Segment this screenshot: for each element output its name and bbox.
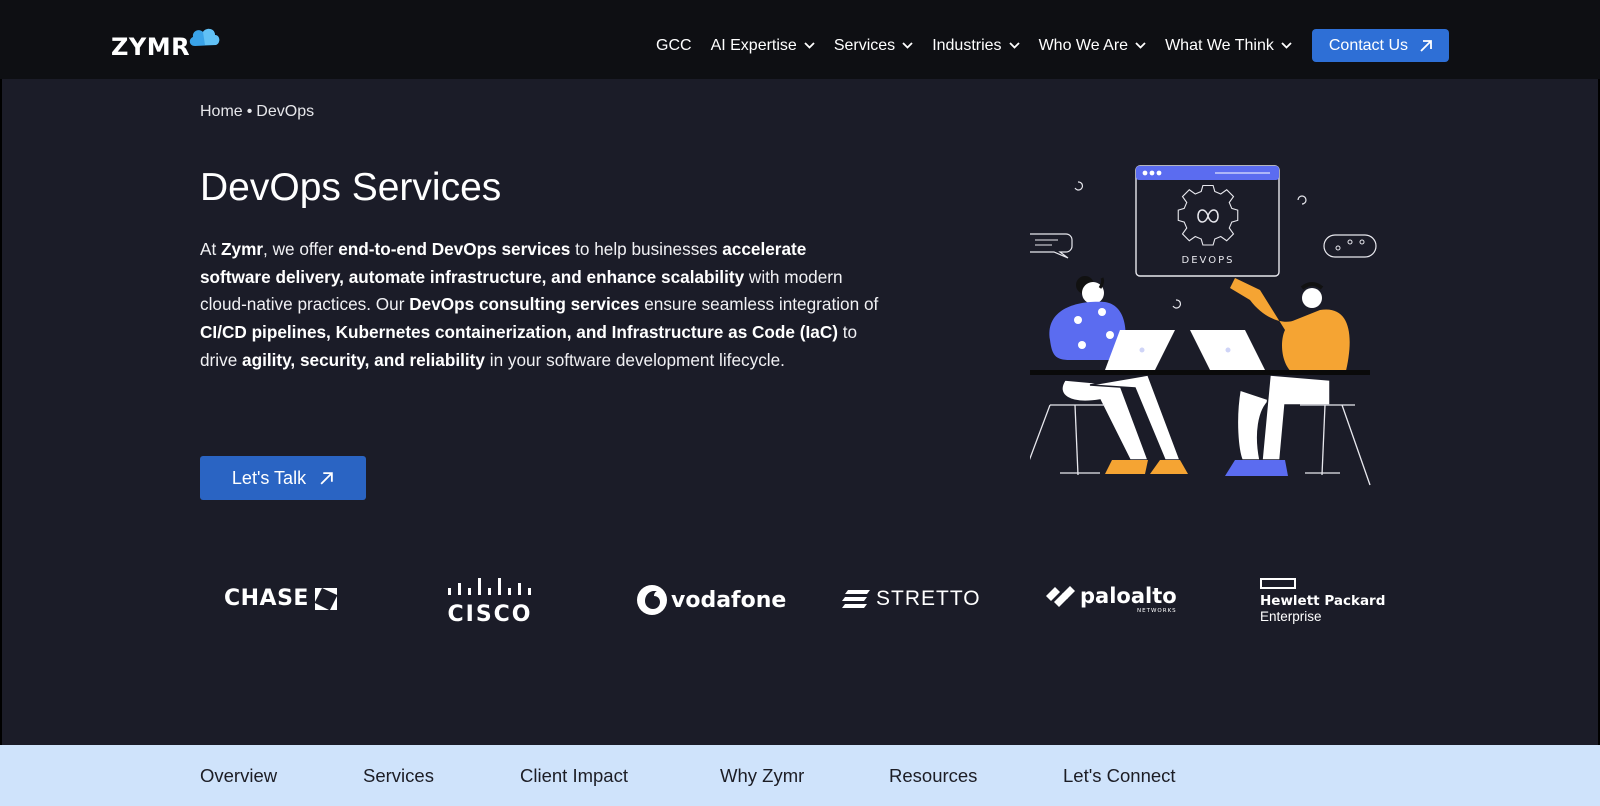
paloalto-logo: paloalto NETWORKS xyxy=(1046,584,1177,614)
chevron-down-icon xyxy=(1135,42,1146,49)
tab-lets-connect[interactable]: Let's Connect xyxy=(1063,765,1176,787)
site-header: ZYMR GCC AI Expertise Services Industrie… xyxy=(0,0,1600,79)
main-nav: GCC AI Expertise Services Industries Who… xyxy=(656,29,1449,62)
nav-label: Services xyxy=(833,36,896,54)
nav-label: AI Expertise xyxy=(710,36,797,54)
paloalto-subtitle: NETWORKS xyxy=(1137,608,1177,614)
chase-logo: CHASE xyxy=(224,586,337,611)
nav-industries[interactable]: Industries xyxy=(932,29,1020,62)
chevron-down-icon xyxy=(1008,42,1020,49)
tab-why-zymr[interactable]: Why Zymr xyxy=(720,765,804,787)
stretto-logo: STRETTO xyxy=(842,587,981,611)
cisco-bars-icon xyxy=(448,578,531,595)
lets-talk-label: Let's Talk xyxy=(231,467,307,488)
svg-text:DEVOPS: DEVOPS xyxy=(1182,255,1235,266)
nav-label: Who We Are xyxy=(1038,36,1129,54)
hero-description-emphasis: CI/CD pipelines, Kubernetes containeriza… xyxy=(200,322,838,343)
breadcrumb-current: DevOps xyxy=(256,103,315,120)
cisco-wordmark: CISCO xyxy=(447,602,533,627)
hero-description-emphasis: end-to-end DevOps services xyxy=(338,239,571,259)
page-title: DevOps Services xyxy=(200,166,502,209)
hpe-wordmark-line1: Hewlett Packard xyxy=(1260,593,1386,609)
arrow-up-right-icon xyxy=(1420,39,1432,52)
nav-label: What We Think xyxy=(1165,36,1274,54)
cloud-icon xyxy=(189,28,220,46)
contact-us-label: Contact Us xyxy=(1328,36,1408,54)
tab-resources[interactable]: Resources xyxy=(889,765,977,787)
tab-services[interactable]: Services xyxy=(363,765,434,787)
chase-wordmark: CHASE xyxy=(224,586,309,611)
paloalto-chevrons-icon xyxy=(1046,586,1075,607)
devops-illustration: DEVOPS xyxy=(1030,165,1377,486)
vodafone-speechmark-icon xyxy=(637,585,667,615)
gear-icon xyxy=(1177,184,1239,246)
tab-client-impact[interactable]: Client Impact xyxy=(520,765,628,787)
hero-description-text: , we offer xyxy=(263,239,339,259)
stretto-wordmark: STRETTO xyxy=(876,587,981,610)
arrow-up-right-icon xyxy=(320,471,333,485)
nav-gcc[interactable]: GCC xyxy=(656,29,692,62)
contact-us-button[interactable]: Contact Us xyxy=(1311,29,1449,62)
nav-ai-expertise[interactable]: AI Expertise xyxy=(711,29,815,62)
zymr-logo[interactable]: ZYMR xyxy=(111,26,221,59)
section-tab-bar: Overview Services Client Impact Why Zymr… xyxy=(0,745,1600,806)
nav-label: Industries xyxy=(932,36,1002,54)
stretto-stripes-icon xyxy=(842,590,870,608)
nav-services[interactable]: Services xyxy=(834,29,913,62)
cisco-logo: CISCO xyxy=(446,578,534,627)
hero-description-text: to help businesses xyxy=(570,239,723,259)
hero-description-text: At xyxy=(200,239,222,259)
chevron-down-icon xyxy=(1281,42,1292,49)
breadcrumb: Home • DevOps xyxy=(200,103,314,121)
hero-description-text: in your software development lifecycle. xyxy=(484,349,785,370)
hero-description-emphasis: agility, security, and reliability xyxy=(242,349,485,370)
tab-overview[interactable]: Overview xyxy=(200,765,277,787)
logo-wordmark: ZYMR xyxy=(111,33,191,61)
breadcrumb-separator: • xyxy=(246,103,253,120)
hpe-logo: Hewlett Packard Enterprise xyxy=(1260,578,1385,624)
vodafone-wordmark: vodafone xyxy=(671,587,787,613)
hero-description-emphasis: Zymr xyxy=(221,239,264,259)
hpe-element-icon xyxy=(1260,578,1296,589)
nav-who-we-are[interactable]: Who We Are xyxy=(1039,29,1147,62)
hero-description-text: ensure seamless integration of xyxy=(639,294,879,315)
chevron-down-icon xyxy=(902,42,913,49)
client-logos: CHASE CISCO vodafone STRETTO paloalto NE… xyxy=(200,572,1400,632)
vodafone-logo: vodafone xyxy=(636,584,786,616)
hpe-wordmark-line2: Enterprise xyxy=(1260,609,1322,624)
chevron-down-icon xyxy=(804,42,815,49)
nav-what-we-think[interactable]: What We Think xyxy=(1165,29,1292,62)
lets-talk-button[interactable]: Let's Talk xyxy=(200,456,366,500)
nav-label: GCC xyxy=(656,36,692,54)
chase-octagon-icon xyxy=(314,587,337,610)
paloalto-wordmark: paloalto xyxy=(1080,584,1177,608)
hero-description-emphasis: DevOps consulting services xyxy=(409,294,640,315)
hero-description: At Zymr, we offer end-to-end DevOps serv… xyxy=(200,236,880,375)
breadcrumb-home-link[interactable]: Home xyxy=(200,103,243,120)
